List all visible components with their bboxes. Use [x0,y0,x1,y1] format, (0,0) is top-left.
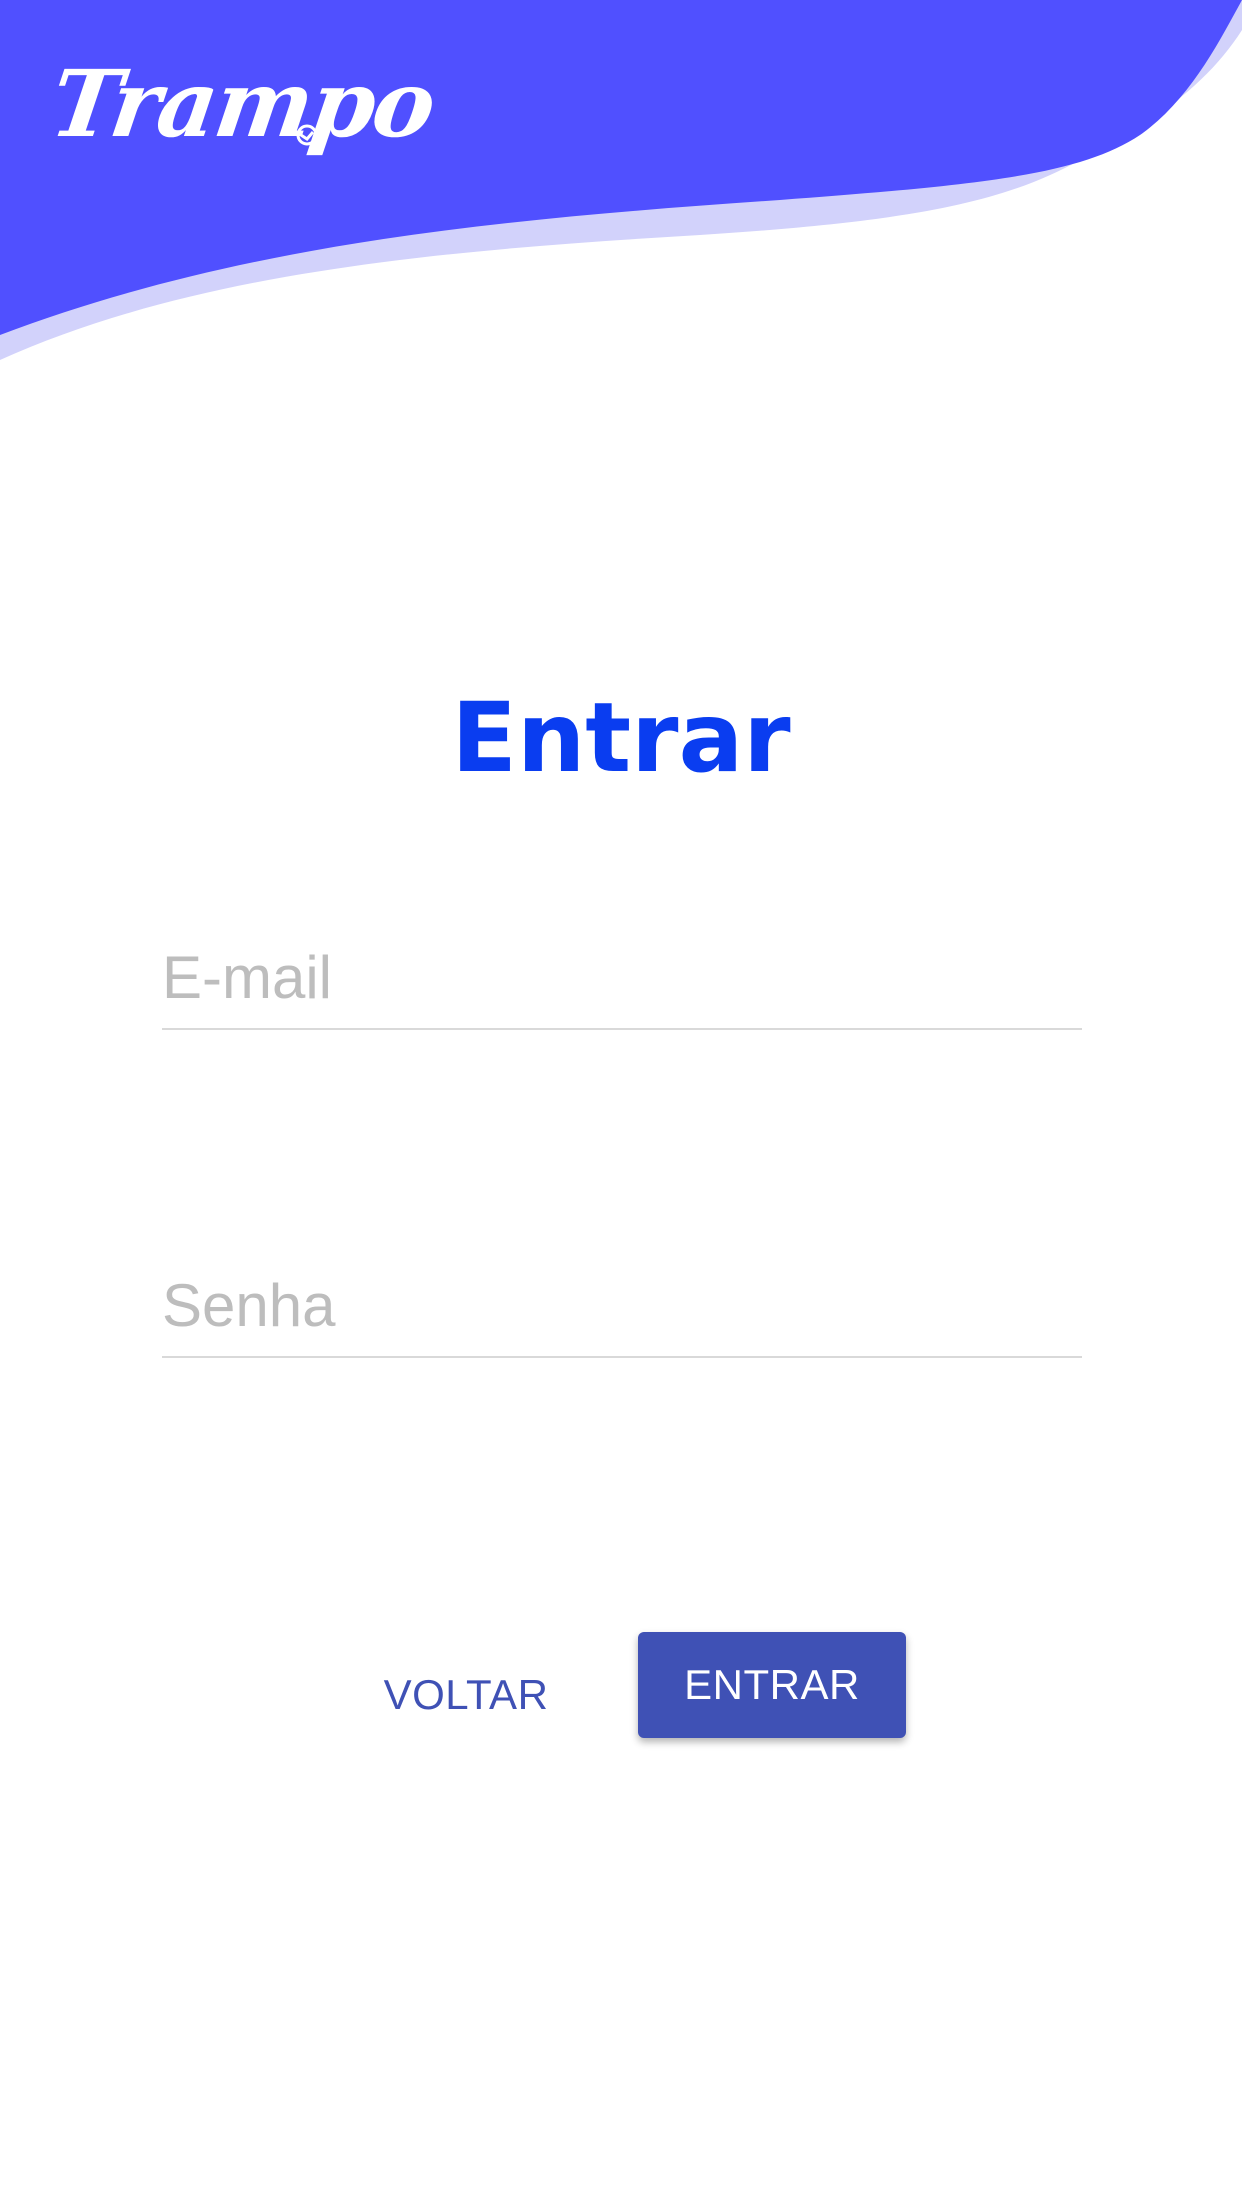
login-button[interactable]: ENTRAR [638,1632,906,1738]
logo-text: Trampo [44,50,441,158]
page-title: Entrar [451,682,791,794]
password-input[interactable] [162,1271,1082,1340]
login-screen: Trampo Entrar VOLTAR ENTRAR [0,0,1242,2208]
email-input[interactable] [162,943,1082,1012]
trampo-logo: Trampo [44,48,440,178]
handshake-icon [296,124,318,146]
password-field [162,1246,1082,1358]
back-button[interactable]: VOLTAR [356,1640,576,1750]
email-field [162,918,1082,1030]
